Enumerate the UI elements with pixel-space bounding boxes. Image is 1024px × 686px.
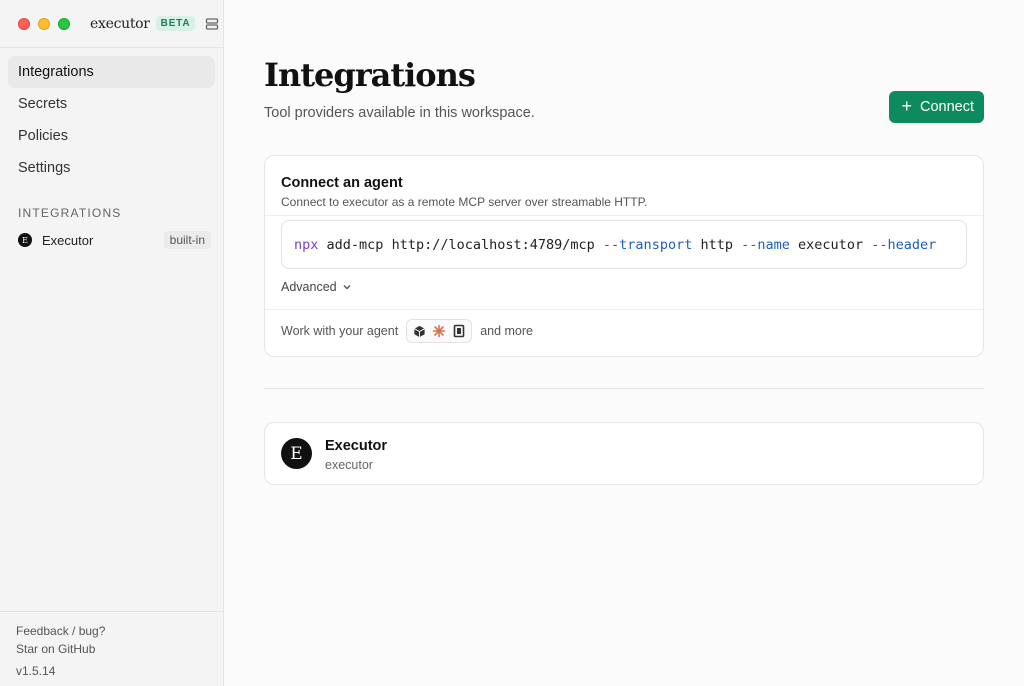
layout-toggle-icon[interactable]	[205, 17, 219, 31]
sidebar-nav: Integrations Secrets Policies Settings	[0, 48, 223, 184]
claude-agent-icon[interactable]	[431, 323, 447, 339]
integration-card-slug: executor	[325, 458, 373, 472]
divider	[265, 215, 983, 216]
command-flag: --name	[741, 236, 790, 253]
built-in-badge: built-in	[163, 231, 211, 249]
main-content: Integrations Tool providers available in…	[224, 0, 1024, 686]
agent-icons-group[interactable]	[406, 319, 473, 343]
and-more-label: and more	[480, 324, 533, 338]
close-window-button[interactable]	[18, 17, 30, 30]
minimize-window-button[interactable]	[38, 17, 50, 30]
titlebar: executor BETA	[0, 0, 223, 48]
github-link[interactable]: Star on GitHub	[16, 640, 207, 658]
command-flag: --transport	[602, 236, 693, 253]
command-token: add-mcp	[326, 236, 384, 253]
sidebar-item-policies[interactable]: Policies	[8, 120, 215, 152]
integration-card-executor[interactable]: E Executor executor	[264, 422, 984, 485]
beta-badge: BETA	[155, 16, 196, 31]
integrations-section-label: INTEGRATIONS	[18, 206, 122, 220]
app-window: executor BETA Integrations Secrets Polic…	[0, 0, 1024, 686]
sidebar-item-secrets[interactable]: Secrets	[8, 88, 215, 120]
chevron-down-icon	[343, 285, 351, 290]
integration-card-name: Executor	[325, 438, 388, 454]
agent-card-description: Connect to executor as a remote MCP serv…	[281, 195, 648, 209]
connect-button-label: Connect	[919, 99, 974, 115]
version-label: v1.5.14	[16, 664, 56, 678]
sidebar-item-label: Integrations	[18, 64, 94, 80]
sidebar-integration-executor[interactable]: E Executor built-in	[18, 230, 211, 250]
app-name: executor	[90, 15, 150, 32]
command-token: executor	[798, 236, 864, 253]
command-flag: --header	[871, 236, 937, 253]
supported-agents-row: Work with your agent and more	[281, 319, 533, 343]
window-agent-icon[interactable]	[451, 323, 467, 339]
advanced-toggle[interactable]: Advanced	[281, 280, 352, 294]
plus-icon: +	[901, 96, 912, 116]
command-token: http	[700, 236, 733, 253]
work-with-label: Work with your agent	[281, 324, 399, 338]
feedback-link[interactable]: Feedback / bug?	[16, 622, 207, 640]
executor-logo-icon: E	[281, 438, 312, 469]
command-token: http://localhost:4789/mcp	[391, 236, 595, 253]
maximize-window-button[interactable]	[58, 17, 70, 30]
sidebar-item-label: Secrets	[18, 96, 68, 112]
section-divider	[264, 388, 984, 389]
connect-button[interactable]: + Connect	[889, 91, 984, 123]
agent-card-title: Connect an agent	[281, 175, 403, 191]
cube-agent-icon[interactable]	[411, 323, 427, 339]
window-controls	[18, 17, 70, 30]
executor-logo-icon: E	[18, 233, 32, 247]
sidebar-item-label: Policies	[18, 128, 68, 144]
sidebar: executor BETA Integrations Secrets Polic…	[0, 0, 224, 686]
page-subtitle: Tool providers available in this workspa…	[264, 105, 535, 121]
connect-agent-card: Connect an agent Connect to executor as …	[264, 155, 984, 357]
page-title: Integrations	[264, 56, 476, 94]
command-snippet[interactable]: npx add-mcp http://localhost:4789/mcp --…	[281, 220, 967, 269]
integration-name: Executor	[42, 232, 94, 248]
divider	[265, 309, 983, 310]
sidebar-footer: Feedback / bug? Star on GitHub v1.5.14	[0, 611, 223, 686]
sidebar-item-settings[interactable]: Settings	[8, 152, 215, 184]
sidebar-item-integrations[interactable]: Integrations	[8, 56, 215, 88]
command-keyword: npx	[294, 236, 319, 253]
sidebar-item-label: Settings	[18, 160, 71, 176]
advanced-label: Advanced	[281, 280, 337, 294]
